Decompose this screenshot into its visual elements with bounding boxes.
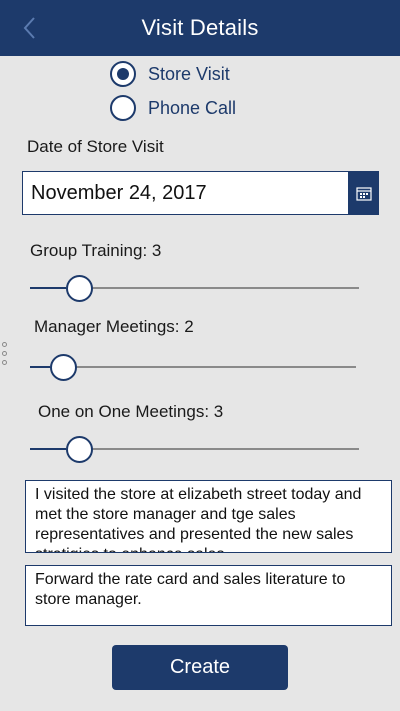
radio-label-store-visit: Store Visit <box>148 63 230 84</box>
group-training-slider[interactable] <box>30 273 359 303</box>
back-button[interactable] <box>14 12 44 44</box>
radio-button-selected[interactable] <box>110 61 136 87</box>
chevron-left-icon <box>23 17 35 39</box>
one-on-one-label: One on One Meetings: 3 <box>38 402 224 421</box>
slider-thumb[interactable] <box>66 275 93 302</box>
slider-thumb[interactable] <box>66 436 93 463</box>
slider-thumb[interactable] <box>50 354 77 381</box>
calendar-button[interactable] <box>348 171 379 215</box>
date-picker[interactable]: November 24, 2017 <box>22 171 379 215</box>
calendar-icon <box>355 186 372 201</box>
radio-phone-call[interactable]: Phone Call <box>110 95 236 121</box>
manager-meetings-label: Manager Meetings: 2 <box>34 317 194 336</box>
follow-up-input[interactable]: Forward the rate card and sales literatu… <box>25 565 392 626</box>
radio-button[interactable] <box>110 95 136 121</box>
one-on-one-slider[interactable] <box>30 434 359 464</box>
group-training-label: Group Training: 3 <box>30 241 162 260</box>
manager-meetings-slider[interactable] <box>30 352 356 382</box>
visit-summary-input[interactable]: I visited the store at elizabeth street … <box>25 480 392 553</box>
date-label: Date of Store Visit <box>27 137 164 156</box>
radio-store-visit[interactable]: Store Visit <box>110 61 230 87</box>
app-header: Visit Details <box>0 0 400 56</box>
page-title: Visit Details <box>141 15 259 40</box>
date-value[interactable]: November 24, 2017 <box>23 182 348 205</box>
radio-label-phone-call: Phone Call <box>148 97 237 118</box>
create-button[interactable]: Create <box>112 645 288 690</box>
more-options-icon[interactable] <box>2 342 7 369</box>
